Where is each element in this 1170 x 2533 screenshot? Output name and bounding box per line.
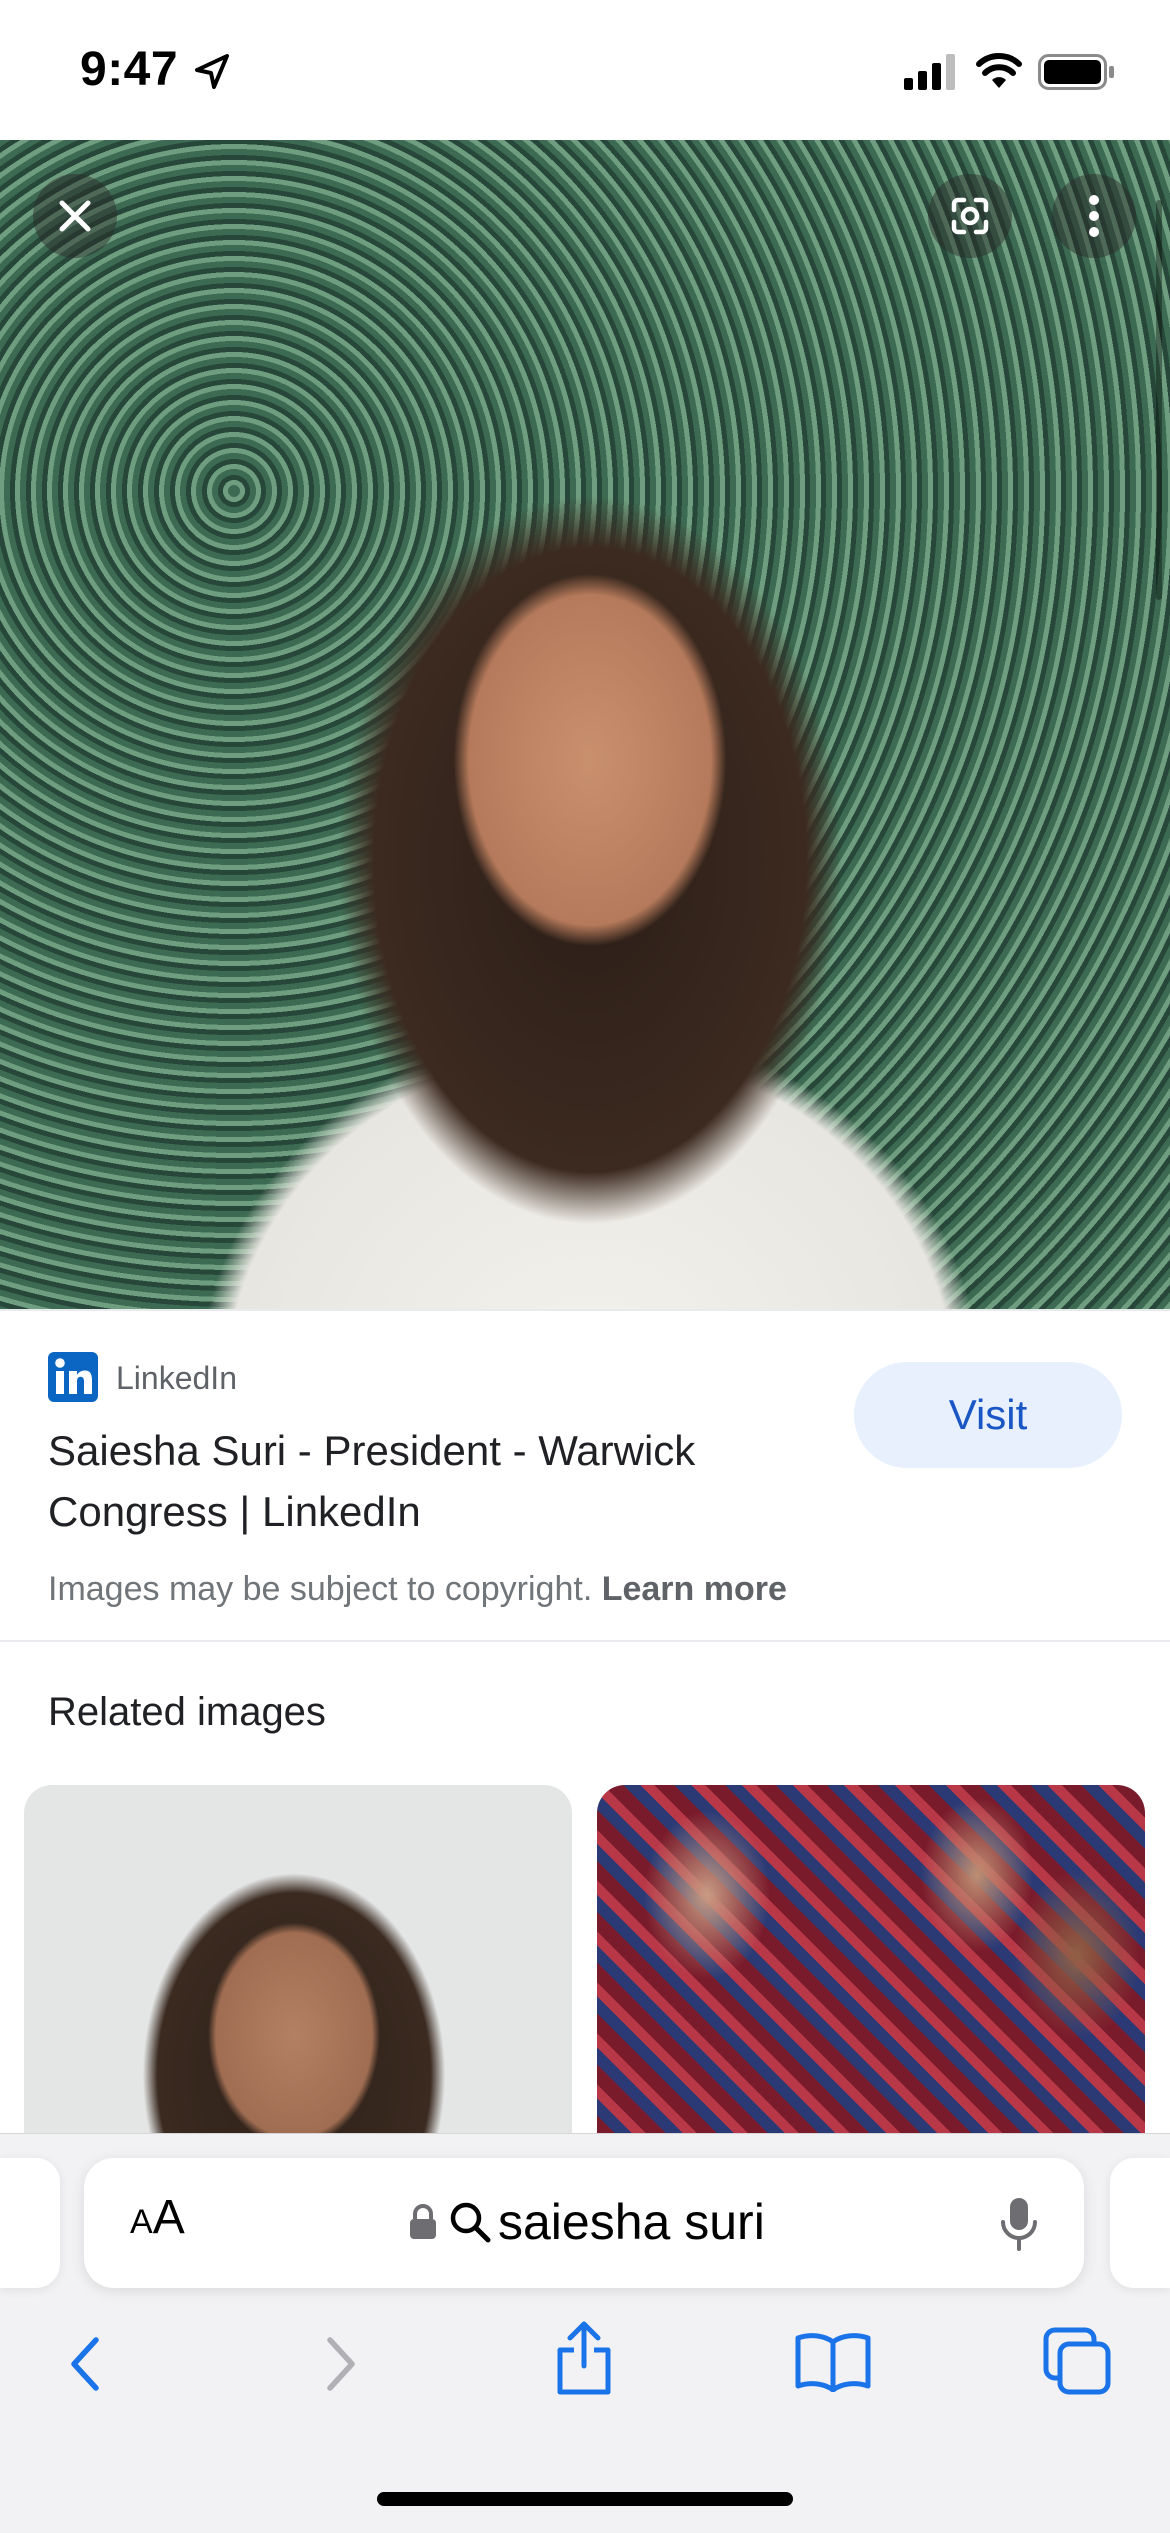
linkedin-logo-icon bbox=[48, 1352, 98, 1402]
status-bar: 9:47 bbox=[0, 0, 1170, 140]
battery-icon bbox=[1038, 54, 1114, 90]
related-images-heading: Related images bbox=[48, 1690, 326, 1734]
aa-large: A bbox=[152, 2191, 185, 2244]
lens-icon bbox=[951, 197, 989, 235]
clock: 9:47 bbox=[80, 43, 179, 96]
wifi-icon bbox=[976, 53, 1022, 88]
more-vert-icon bbox=[1089, 195, 1099, 237]
related-image-2[interactable] bbox=[597, 1785, 1145, 2135]
copyright-text: Images may be subject to copyright. bbox=[48, 1570, 593, 1608]
visit-button[interactable]: Visit bbox=[854, 1362, 1122, 1468]
forward-arrow-icon bbox=[327, 2337, 355, 2391]
lock-icon bbox=[410, 2204, 436, 2239]
next-tab-preview[interactable] bbox=[1110, 2158, 1170, 2288]
location-arrow-icon bbox=[195, 54, 229, 89]
cellular-signal-icon bbox=[904, 54, 955, 90]
bookmarks-icon[interactable] bbox=[794, 2330, 872, 2392]
result-image[interactable] bbox=[0, 140, 1170, 1310]
microphone-icon[interactable] bbox=[998, 2196, 1040, 2252]
home-indicator[interactable] bbox=[377, 2492, 793, 2506]
scrollbar[interactable] bbox=[1156, 200, 1162, 600]
reader-settings-button[interactable]: AA bbox=[130, 2190, 185, 2245]
close-button[interactable] bbox=[33, 174, 117, 258]
close-icon bbox=[59, 200, 91, 232]
divider bbox=[0, 1309, 1170, 1311]
share-icon[interactable] bbox=[552, 2318, 616, 2398]
back-arrow-icon[interactable] bbox=[64, 2334, 108, 2394]
source-name: LinkedIn bbox=[116, 1360, 237, 1396]
divider bbox=[0, 1640, 1170, 1642]
more-options-button[interactable] bbox=[1052, 174, 1136, 258]
previous-tab-preview[interactable] bbox=[0, 2158, 60, 2288]
lens-search-button[interactable] bbox=[928, 174, 1012, 258]
related-image-1[interactable] bbox=[24, 1785, 572, 2135]
tabs-icon[interactable] bbox=[1042, 2326, 1114, 2398]
result-title[interactable]: Saiesha Suri - President - Warwick Congr… bbox=[48, 1420, 828, 1542]
search-icon bbox=[450, 2202, 491, 2243]
copyright-notice: Images may be subject to copyright. Lear… bbox=[48, 1570, 787, 1609]
search-query[interactable]: saiesha suri bbox=[498, 2193, 765, 2251]
learn-more-link[interactable]: Learn more bbox=[602, 1570, 787, 1608]
aa-small: A bbox=[130, 2203, 153, 2241]
